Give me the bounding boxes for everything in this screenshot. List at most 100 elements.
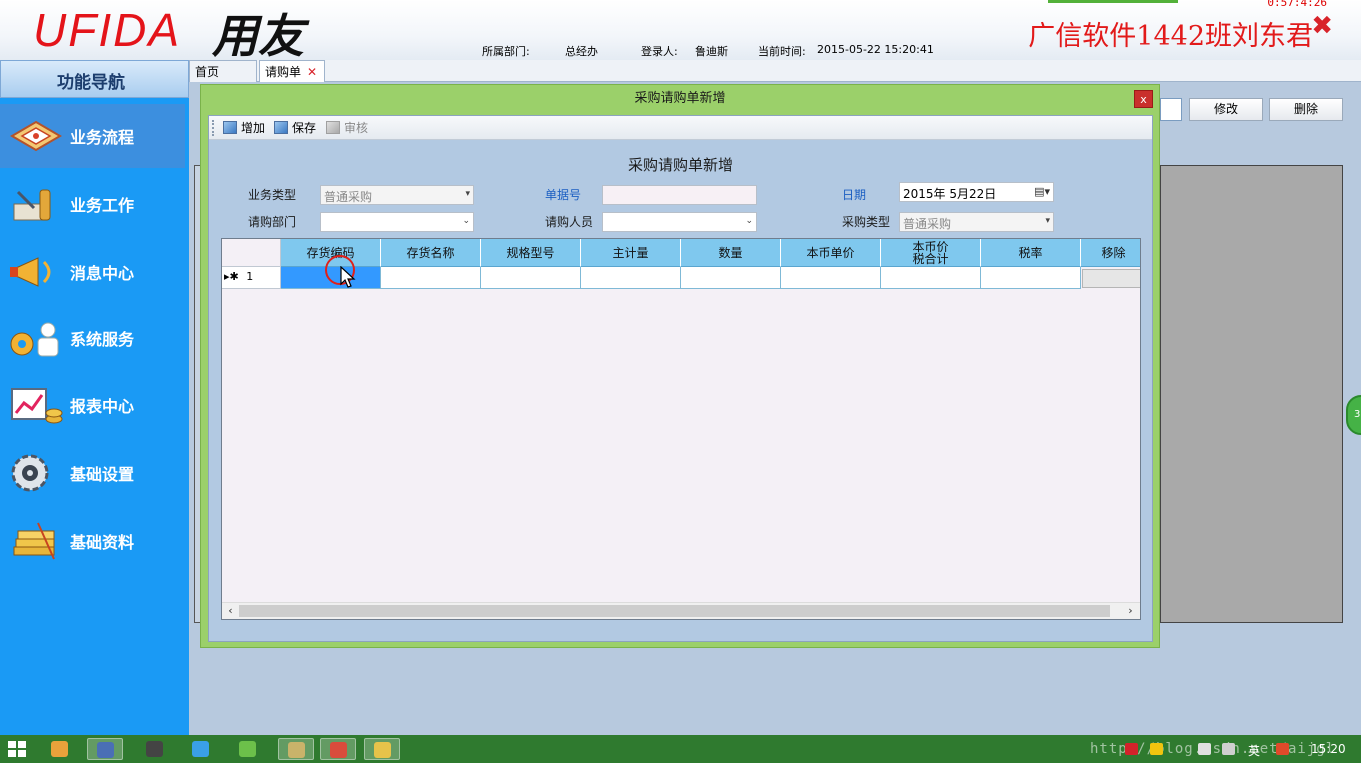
horizontal-scrollbar[interactable]: ‹ › bbox=[222, 602, 1140, 619]
timer-readout: 0:57:4:26 bbox=[1267, 0, 1327, 9]
requester-select[interactable]: ⌄ bbox=[602, 212, 757, 232]
column-header[interactable]: 税率 bbox=[981, 239, 1081, 267]
column-header[interactable]: 规格型号 bbox=[481, 239, 581, 267]
audit-icon bbox=[326, 121, 340, 134]
add-button[interactable]: 增加 bbox=[221, 119, 265, 137]
doc-no-label: 单据号 bbox=[545, 188, 582, 202]
taskbar-app-icon[interactable] bbox=[364, 738, 400, 760]
header-accent-bar bbox=[1048, 0, 1178, 3]
workspace-list-panel bbox=[1160, 165, 1343, 623]
sidebar-item-report-center[interactable]: 报表中心 bbox=[0, 373, 185, 437]
sidebar-item-label: 消息中心 bbox=[70, 264, 135, 283]
column-header[interactable]: 存货名称 bbox=[381, 239, 481, 267]
save-icon bbox=[274, 121, 288, 134]
workflow-icon bbox=[10, 120, 62, 152]
save-button[interactable]: 保存 bbox=[272, 119, 316, 137]
ufida-logo: UFIDA bbox=[33, 4, 181, 56]
grid-cell-unit-price[interactable] bbox=[781, 267, 881, 289]
network-icon[interactable] bbox=[1198, 743, 1211, 755]
dept-value: 总经办 bbox=[565, 45, 598, 58]
column-header[interactable]: 移除 bbox=[1081, 239, 1140, 267]
row-marker: ▸✱ bbox=[224, 270, 239, 283]
user-value: 鲁迪斯 bbox=[695, 45, 728, 58]
volume-icon[interactable] bbox=[1222, 743, 1235, 755]
sidebar-item-label: 基础设置 bbox=[70, 465, 135, 484]
taskbar-clock[interactable]: 15:20 bbox=[1311, 742, 1346, 756]
column-header[interactable]: 数量 bbox=[681, 239, 781, 267]
grid-cell-quantity[interactable] bbox=[681, 267, 781, 289]
watermark-text: 广信软件1442班刘东君 bbox=[1028, 21, 1313, 52]
row-header[interactable]: ▸✱ 1 bbox=[222, 267, 281, 289]
tab-requisition[interactable]: 请购单 ✕ bbox=[259, 60, 325, 82]
requester-label: 请购人员 bbox=[545, 215, 594, 229]
scroll-thumb[interactable] bbox=[239, 605, 1110, 617]
sidebar-item-system-service[interactable]: 系统服务 bbox=[0, 306, 185, 370]
taskbar-app-icon[interactable] bbox=[42, 738, 78, 760]
purchase-type-label: 采购类型 bbox=[842, 215, 891, 229]
taskbar-app-icon[interactable] bbox=[137, 738, 173, 760]
audit-label: 审核 bbox=[344, 121, 369, 135]
dialog-close-button[interactable]: x bbox=[1134, 90, 1153, 108]
sidebar-item-basic-data[interactable]: 基础资料 bbox=[0, 509, 185, 573]
items-grid: 存货编码 存货名称 规格型号 主计量 数量 本币单价 本币价税合计 税率 移除 … bbox=[221, 238, 1141, 620]
windows-start-icon[interactable] bbox=[8, 741, 26, 757]
taskbar: http://blog.csdn.net/aijgl 英 15:20 bbox=[0, 735, 1361, 763]
doc-no-input[interactable] bbox=[602, 185, 757, 205]
grid-cell-spec[interactable] bbox=[481, 267, 581, 289]
biz-type-select[interactable]: 普通采购 ▾ bbox=[320, 185, 474, 205]
taskbar-app-icon[interactable] bbox=[278, 738, 314, 760]
grid-cell-item-name[interactable] bbox=[381, 267, 481, 289]
system-service-icon bbox=[10, 322, 59, 357]
report-chart-icon bbox=[11, 388, 63, 424]
taskbar-app-icon[interactable] bbox=[230, 738, 266, 760]
tab-home[interactable]: 首页 bbox=[189, 60, 257, 82]
remove-row-button[interactable] bbox=[1082, 269, 1140, 288]
workspace-search-field[interactable] bbox=[1160, 98, 1182, 121]
modify-button[interactable]: 修改 bbox=[1189, 98, 1263, 121]
ime-indicator[interactable]: 英 bbox=[1248, 742, 1260, 759]
gear-icon bbox=[11, 454, 49, 492]
grid-cell-unit[interactable] bbox=[581, 267, 681, 289]
sidebar-item-basic-settings[interactable]: 基础设置 bbox=[0, 441, 185, 505]
dept-label: 所属部门: bbox=[482, 45, 530, 58]
user-label: 登录人: bbox=[641, 45, 678, 58]
sidebar-item-label: 系统服务 bbox=[70, 330, 135, 349]
chevron-down-icon: ▾ bbox=[1045, 216, 1050, 226]
time-label: 当前时间: bbox=[758, 45, 806, 58]
req-dept-select[interactable]: ⌄ bbox=[320, 212, 474, 232]
taskbar-app-icon[interactable] bbox=[87, 738, 123, 760]
tab-close-icon[interactable]: ✕ bbox=[307, 65, 317, 79]
tab-bar: 首页 请购单 ✕ bbox=[189, 60, 1361, 82]
sidebar-item-message-center[interactable]: 消息中心 bbox=[0, 240, 185, 304]
dialog-toolbar: 增加 保存 审核 bbox=[209, 116, 1152, 140]
books-icon bbox=[13, 522, 55, 560]
taskbar-app-icon[interactable] bbox=[320, 738, 356, 760]
scroll-right-icon[interactable]: › bbox=[1122, 603, 1139, 619]
grid-cell-tax-rate[interactable] bbox=[981, 267, 1081, 289]
float-badge[interactable]: 32 bbox=[1346, 395, 1361, 435]
calendar-icon[interactable]: ▤▾ bbox=[1034, 185, 1050, 198]
grid-cell-total[interactable] bbox=[881, 267, 981, 289]
tray-icon[interactable] bbox=[1125, 743, 1138, 755]
grid-corner bbox=[222, 239, 281, 267]
delete-button[interactable]: 删除 bbox=[1269, 98, 1343, 121]
date-picker[interactable]: 2015年 5月22日 ▤▾ bbox=[899, 182, 1054, 202]
sidebar-item-workflow[interactable]: 业务流程 bbox=[0, 104, 185, 168]
column-header[interactable]: 主计量 bbox=[581, 239, 681, 267]
mouse-cursor-icon bbox=[340, 266, 356, 288]
app-close-icon[interactable]: ✖ bbox=[1311, 13, 1333, 39]
tab-label: 请购单 bbox=[265, 65, 302, 79]
scroll-left-icon[interactable]: ‹ bbox=[222, 603, 239, 619]
sogou-icon[interactable] bbox=[1276, 743, 1289, 755]
column-header[interactable]: 本币价税合计 bbox=[881, 239, 981, 267]
req-dept-label: 请购部门 bbox=[248, 215, 297, 229]
taskbar-app-icon[interactable] bbox=[183, 738, 219, 760]
column-header[interactable]: 本币单价 bbox=[781, 239, 881, 267]
toolbar-grip bbox=[212, 120, 214, 136]
sidebar-item-business-work[interactable]: 业务工作 bbox=[0, 172, 185, 236]
yonyou-logo: 用友 bbox=[212, 9, 304, 60]
purchase-type-select[interactable]: 普通采购 ▾ bbox=[899, 212, 1054, 232]
dialog-body: 增加 保存 审核 采购请购单新增 业务类型 普通采购 ▾ 单据号 日期 2015… bbox=[208, 115, 1153, 642]
tray-icon[interactable] bbox=[1150, 743, 1163, 755]
audit-button[interactable]: 审核 bbox=[324, 119, 368, 137]
